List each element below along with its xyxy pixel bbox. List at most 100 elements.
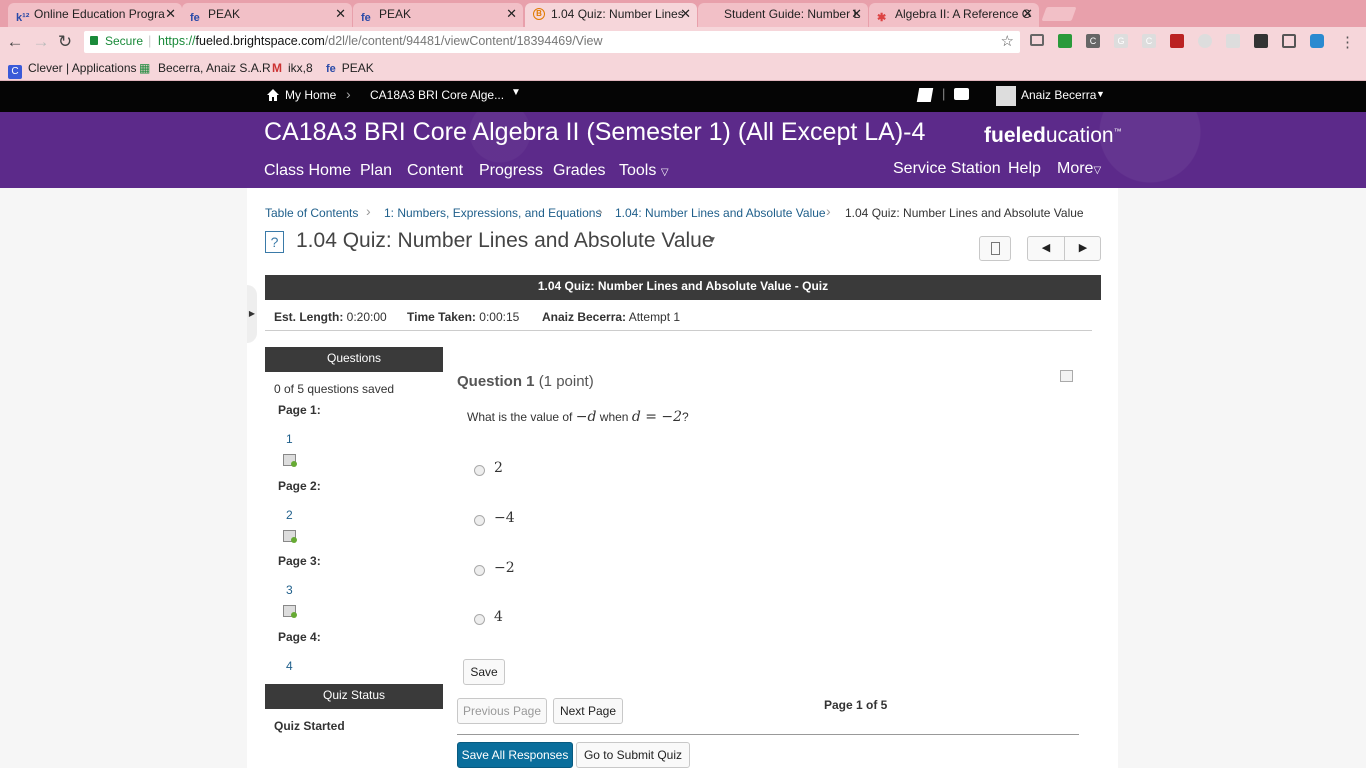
course-title: CA18A3 BRI Core Algebra II (Semester 1) … — [264, 118, 926, 146]
extension-c2-icon[interactable]: C — [1142, 34, 1156, 48]
question-link-1[interactable]: 1 — [286, 432, 293, 446]
nav-progress[interactable]: Progress — [479, 162, 543, 180]
nav-content[interactable]: Content — [407, 162, 463, 180]
forward-arrow-icon[interactable]: → — [30, 31, 52, 53]
screenshot-extension-icon[interactable] — [1282, 34, 1296, 48]
save-status-icon — [1060, 370, 1073, 382]
reload-icon[interactable]: ↻ — [54, 31, 76, 53]
nav-more[interactable]: More▽ — [1057, 160, 1101, 178]
close-icon[interactable]: ✕ — [1022, 3, 1033, 25]
attempt-value: Attempt 1 — [628, 310, 681, 324]
previous-topic-icon[interactable]: ◀ — [1028, 237, 1065, 260]
secure-label: Secure — [105, 34, 144, 48]
bookmark-button[interactable] — [979, 236, 1011, 261]
caret-down-icon[interactable]: ▼ — [1096, 89, 1105, 99]
cast-icon[interactable] — [1030, 34, 1044, 46]
bookmark-peak[interactable]: fe PEAK — [326, 61, 374, 75]
fe-icon: fe — [326, 63, 336, 75]
go-to-submit-quiz-button[interactable]: Go to Submit Quiz — [576, 742, 690, 768]
quiz-banner: 1.04 Quiz: Number Lines and Absolute Val… — [265, 275, 1101, 300]
star-icon[interactable]: ☆ — [1001, 32, 1014, 50]
close-icon[interactable]: ✕ — [506, 3, 517, 25]
radio-button[interactable] — [474, 465, 485, 476]
youtube-extension-icon[interactable] — [1170, 34, 1184, 48]
course-selector[interactable]: CA18A3 BRI Core Alge... — [370, 88, 504, 102]
previous-page-button[interactable]: Previous Page — [457, 698, 547, 724]
close-icon[interactable]: ✕ — [680, 3, 691, 25]
k12-favicon-icon: k¹² — [16, 12, 30, 24]
extension-dots-icon[interactable] — [1254, 34, 1268, 48]
nav-class-home[interactable]: Class Home — [264, 162, 351, 180]
title-menu-caret-icon[interactable]: ▼ — [707, 235, 717, 246]
bookmark-sheet[interactable]: ▦ Becerra, Anaiz S.A.R — [139, 61, 271, 75]
notifications-icon[interactable] — [916, 88, 934, 102]
radio-button[interactable] — [474, 565, 485, 576]
nav-grades[interactable]: Grades — [553, 162, 605, 180]
extension-g-icon[interactable]: G — [1114, 34, 1128, 48]
question-link-4[interactable]: 4 — [286, 659, 293, 673]
next-topic-icon[interactable]: ▶ — [1065, 237, 1101, 260]
browser-tab[interactable]: fe PEAK ✕ — [353, 3, 523, 27]
caret-down-icon[interactable]: ▼ — [511, 87, 521, 98]
close-icon[interactable]: ✕ — [851, 3, 862, 25]
nav-service-station[interactable]: Service Station — [893, 160, 1001, 178]
bookmark-icon — [991, 242, 1000, 255]
cloud-extension-icon[interactable] — [1310, 34, 1324, 48]
messages-icon[interactable] — [954, 88, 969, 100]
bookmark-gmail[interactable]: Mikx,8 — [272, 61, 313, 75]
option-label[interactable]: 4 — [494, 609, 503, 625]
option-label[interactable]: −2 — [494, 560, 515, 576]
tab-label: Online Education Progra — [34, 7, 165, 21]
est-length-label: Est. Length: — [274, 310, 344, 324]
divider — [265, 330, 1092, 331]
close-icon[interactable]: ✕ — [335, 3, 346, 25]
address-bar[interactable]: Secure | https://fueled.brightspace.com/… — [84, 31, 1020, 53]
classroom-extension-icon[interactable] — [1058, 34, 1072, 48]
browser-tab-active[interactable]: B 1.04 Quiz: Number Lines ✕ — [525, 3, 697, 27]
side-panel-toggle[interactable]: ▶ — [247, 285, 257, 343]
bookmark-clever[interactable]: C Clever | Applications — [8, 61, 137, 79]
option-label[interactable]: 2 — [494, 460, 503, 476]
user-name[interactable]: Anaiz Becerra — [1021, 88, 1096, 102]
radio-button[interactable] — [474, 515, 485, 526]
browser-menu-icon[interactable]: ⋮ — [1340, 33, 1355, 51]
fueleducation-logo[interactable]: fueleducation™ — [984, 124, 1122, 148]
tab-label: PEAK — [379, 7, 412, 21]
topic-nav-group: ◀ ▶ — [1027, 236, 1101, 261]
bookmark-label: ikx,8 — [288, 61, 313, 75]
save-button[interactable]: Save — [463, 659, 505, 685]
breadcrumb-toc[interactable]: Table of Contents — [265, 206, 358, 220]
back-arrow-icon[interactable]: ← — [4, 31, 26, 53]
save-all-responses-button[interactable]: Save All Responses — [457, 742, 573, 768]
nav-tools[interactable]: Tools ▽ — [619, 162, 669, 180]
quiz-status-value: Quiz Started — [274, 719, 345, 733]
nav-plan[interactable]: Plan — [360, 162, 392, 180]
next-page-button[interactable]: Next Page — [553, 698, 623, 724]
close-icon[interactable]: ✕ — [165, 3, 176, 25]
est-length-value: 0:20:00 — [346, 310, 387, 324]
extension-c-icon[interactable]: C — [1086, 34, 1100, 48]
extension-round-icon[interactable] — [1198, 34, 1212, 48]
browser-tab[interactable]: ✱ Algebra II: A Reference G ✕ — [869, 3, 1039, 27]
avatar[interactable] — [996, 86, 1016, 106]
question-link-2[interactable]: 2 — [286, 508, 293, 522]
browser-tab[interactable]: k¹² Online Education Progra ✕ — [8, 3, 182, 27]
quiz-icon: ? — [265, 231, 284, 253]
option-label[interactable]: −4 — [494, 510, 515, 526]
question-link-3[interactable]: 3 — [286, 583, 293, 597]
my-home-link[interactable]: My Home — [285, 88, 336, 102]
question-title: Question 1 (1 point) — [457, 373, 594, 390]
url-text[interactable]: https://fueled.brightspace.com/d2l/le/co… — [158, 34, 603, 48]
browser-tab[interactable]: Student Guide: Number L ✕ — [698, 3, 868, 27]
logo-bold: fueled — [984, 124, 1046, 147]
radio-button[interactable] — [474, 614, 485, 625]
breadcrumb-lesson[interactable]: 1.04: Number Lines and Absolute Value — [615, 206, 826, 220]
browser-tab[interactable]: fe PEAK ✕ — [182, 3, 352, 27]
breadcrumb-unit[interactable]: 1: Numbers, Expressions, and Equations — [384, 206, 601, 220]
clever-icon: C — [8, 65, 22, 79]
new-tab-button[interactable] — [1041, 7, 1077, 21]
unsaved-icon — [283, 605, 297, 618]
nav-help[interactable]: Help — [1008, 160, 1041, 178]
extension-k-icon[interactable] — [1226, 34, 1240, 48]
chevron-down-icon: ▽ — [660, 167, 669, 178]
